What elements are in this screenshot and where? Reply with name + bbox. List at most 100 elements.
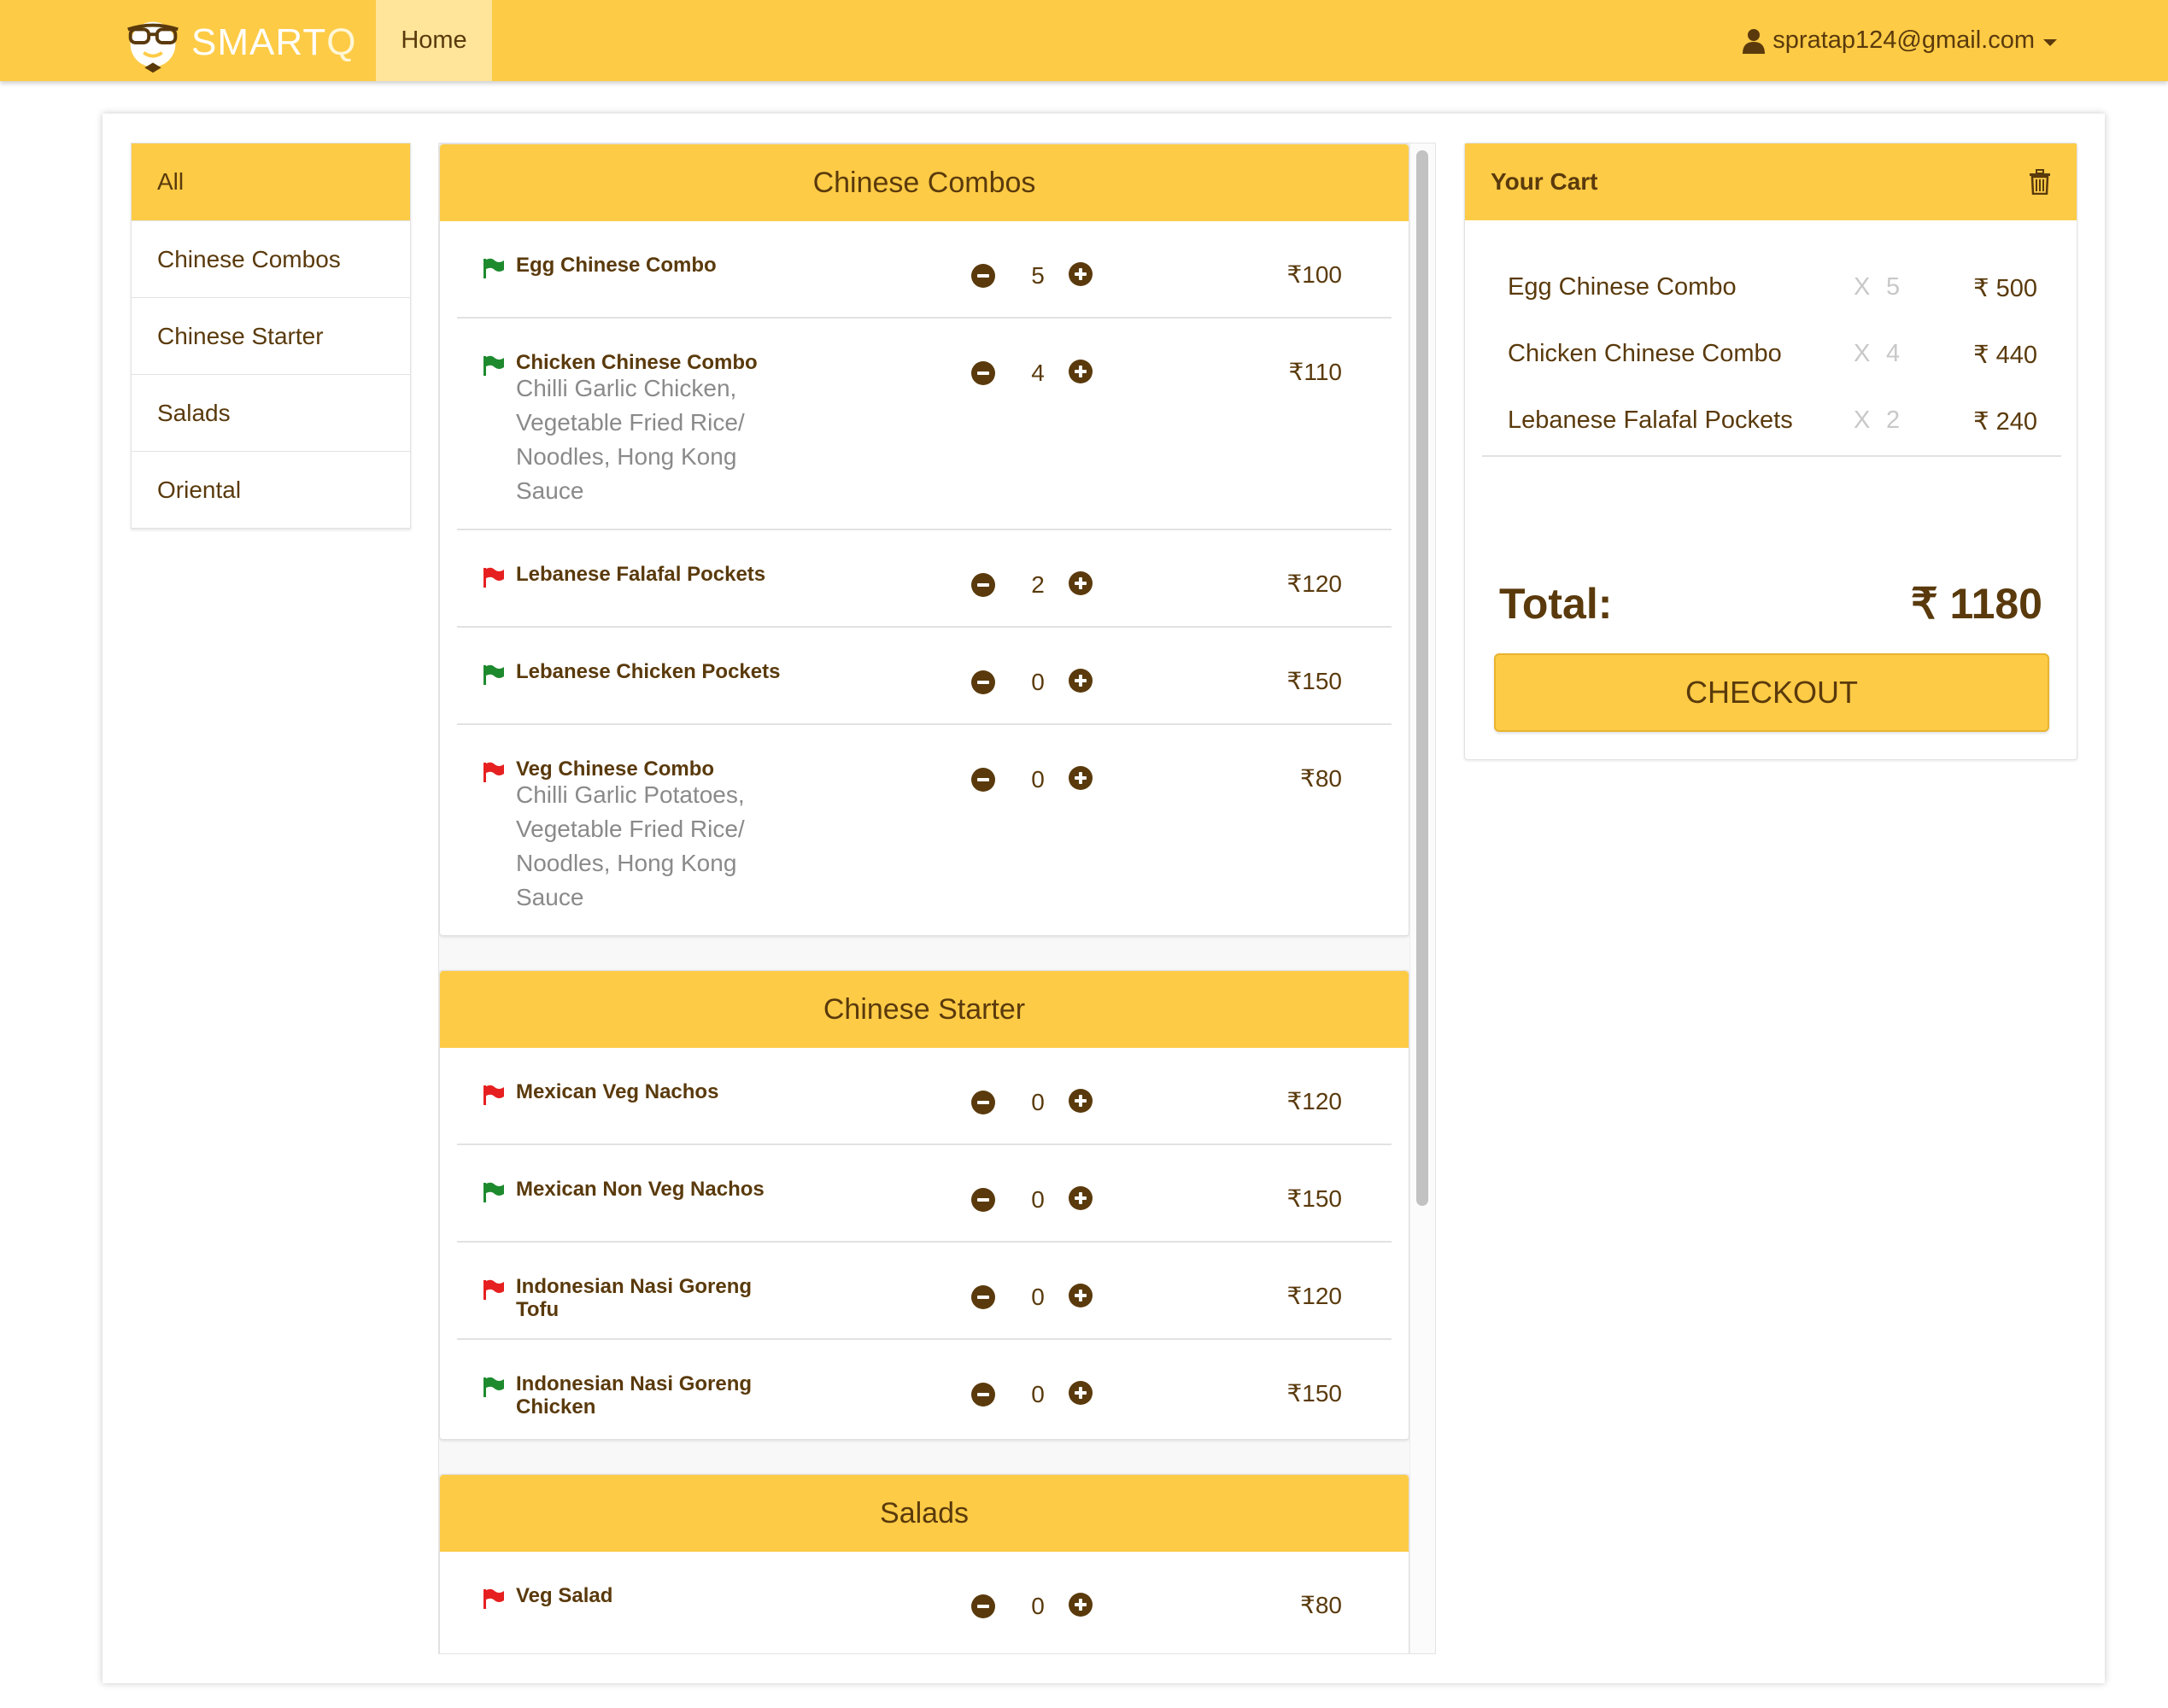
menu-list: Chinese Combos Egg Chinese Combo 5 ₹100 … — [438, 143, 1436, 1654]
item-quantity: 0 — [1031, 1186, 1045, 1213]
category-item-salads[interactable]: Salads — [132, 374, 410, 451]
item-name: Mexican Non Veg Nachos — [516, 1178, 765, 1201]
menu-scrollbar[interactable] — [1409, 143, 1435, 1653]
item-quantity: 0 — [1031, 669, 1045, 695]
category-item-oriental[interactable]: Oriental — [132, 451, 410, 528]
cart-item-times: X — [1854, 273, 1871, 301]
item-name: Chicken Chinese Combo — [516, 351, 758, 374]
increase-quantity-button[interactable] — [1069, 1284, 1093, 1307]
checkout-button[interactable]: CHECKOUT — [1494, 653, 2049, 732]
veg-flag-icon — [483, 258, 504, 278]
item-price: ₹100 — [1286, 261, 1342, 288]
decrease-quantity-button[interactable] — [971, 768, 995, 792]
menu-item: Mexican Veg Nachos 0 ₹120 — [457, 1048, 1392, 1145]
user-email: spratap124@gmail.com — [1772, 26, 2035, 54]
cart-item-times: X — [1854, 340, 1871, 367]
increase-quantity-button[interactable] — [1069, 1593, 1093, 1617]
decrease-quantity-button[interactable] — [971, 1188, 995, 1212]
item-name: Veg Salad — [516, 1584, 613, 1607]
total-label: Total: — [1499, 580, 1613, 628]
cart-item-name: Chicken Chinese Combo — [1508, 340, 1782, 367]
user-menu-dropdown[interactable]: spratap124@gmail.com — [1742, 0, 2057, 81]
item-quantity: 0 — [1031, 1593, 1045, 1619]
cart-item-qty: 2 — [1886, 407, 1901, 434]
increase-quantity-button[interactable] — [1069, 766, 1093, 790]
menu-scrollbar-thumb[interactable] — [1416, 150, 1428, 1206]
increase-quantity-button[interactable] — [1069, 360, 1093, 383]
cart-item-price: ₹ 500 — [1973, 275, 2037, 302]
cart-item-qty: 4 — [1886, 340, 1901, 367]
decrease-quantity-button[interactable] — [971, 1383, 995, 1407]
caret-down-icon — [2043, 38, 2057, 46]
total-value: ₹ 1180 — [1910, 580, 2042, 628]
category-item-chinese-starter[interactable]: Chinese Starter — [132, 297, 410, 374]
user-icon — [1743, 28, 1766, 54]
increase-quantity-button[interactable] — [1069, 262, 1093, 286]
decrease-quantity-button[interactable] — [971, 264, 995, 288]
cart-item-price: ₹ 440 — [1973, 342, 2037, 369]
item-price: ₹150 — [1286, 1380, 1342, 1407]
item-quantity: 0 — [1031, 1089, 1045, 1115]
item-price: ₹120 — [1286, 1283, 1342, 1309]
item-price: ₹120 — [1286, 1088, 1342, 1114]
item-description: Chilli Garlic Chicken, Vegetable Fried R… — [516, 375, 745, 504]
nonveg-flag-icon — [483, 762, 504, 782]
section-title: Chinese Combos — [440, 144, 1409, 221]
top-navbar: SMARTQ Home spratap124@gmail.com — [0, 0, 2168, 81]
item-price: ₹110 — [1288, 359, 1342, 385]
cart-item-qty: 5 — [1886, 273, 1901, 301]
increase-quantity-button[interactable] — [1069, 1089, 1093, 1113]
menu-section-chinese-starter: Chinese Starter Mexican Veg Nachos 0 ₹12… — [439, 970, 1409, 1440]
menu-item: Egg Chinese Combo 5 ₹100 — [457, 221, 1392, 319]
brand-logo[interactable]: SMARTQ — [120, 9, 356, 77]
item-name: Indonesian Nasi Goreng Chicken — [516, 1372, 753, 1418]
nonveg-flag-icon — [483, 1279, 504, 1300]
nav-home-link[interactable]: Home — [376, 0, 492, 81]
item-quantity: 2 — [1031, 571, 1045, 598]
item-price: ₹80 — [1300, 765, 1342, 792]
menu-item: Veg Salad 0 ₹80 — [457, 1552, 1392, 1649]
item-price: ₹80 — [1300, 1592, 1342, 1618]
cart-panel: Your Cart Egg Chinese Combo X 5 ₹ 500 Ch… — [1464, 143, 2077, 760]
category-item-chinese-combos[interactable]: Chinese Combos — [132, 220, 410, 297]
increase-quantity-button[interactable] — [1069, 669, 1093, 693]
decrease-quantity-button[interactable] — [971, 670, 995, 694]
increase-quantity-button[interactable] — [1069, 1381, 1093, 1405]
veg-flag-icon — [483, 355, 504, 376]
trash-icon[interactable] — [2029, 169, 2051, 195]
nonveg-flag-icon — [483, 1588, 504, 1609]
cart-item-times: X — [1854, 407, 1871, 434]
cart-item-name: Egg Chinese Combo — [1508, 273, 1737, 301]
cart-item: Chicken Chinese Combo X 4 ₹ 440 — [1508, 340, 2037, 374]
item-name: Indonesian Nasi Goreng Tofu — [516, 1275, 753, 1321]
decrease-quantity-button[interactable] — [971, 1091, 995, 1114]
increase-quantity-button[interactable] — [1069, 1186, 1093, 1210]
decrease-quantity-button[interactable] — [971, 361, 995, 385]
category-item-all[interactable]: All — [132, 143, 410, 220]
menu-item: Veg Chinese Combo Chilli Garlic Potatoes… — [457, 725, 1392, 937]
item-name: Veg Chinese Combo — [516, 757, 715, 781]
menu-item: Mexican Non Veg Nachos 0 ₹150 — [457, 1145, 1392, 1243]
decrease-quantity-button[interactable] — [971, 1285, 995, 1309]
cart-item: Lebanese Falafal Pockets X 2 ₹ 240 — [1508, 407, 2037, 441]
brand-name: SMARTQ — [191, 21, 357, 63]
veg-flag-icon — [483, 664, 504, 685]
item-quantity: 0 — [1031, 1381, 1045, 1407]
decrease-quantity-button[interactable] — [971, 573, 995, 597]
menu-section-salads: Salads Veg Salad 0 ₹80 — [439, 1474, 1409, 1653]
section-title: Chinese Starter — [440, 971, 1409, 1048]
cart-title: Your Cart — [1491, 168, 1598, 195]
cart-header: Your Cart — [1465, 143, 2077, 220]
menu-section-chinese-combos: Chinese Combos Egg Chinese Combo 5 ₹100 … — [439, 143, 1409, 936]
nonveg-flag-icon — [483, 567, 504, 588]
increase-quantity-button[interactable] — [1069, 571, 1093, 595]
item-description: Chilli Garlic Potatoes, Vegetable Fried … — [516, 781, 745, 910]
item-quantity: 0 — [1031, 766, 1045, 793]
item-name: Egg Chinese Combo — [516, 254, 717, 277]
item-name: Mexican Veg Nachos — [516, 1080, 719, 1103]
category-sidebar: All Chinese Combos Chinese Starter Salad… — [131, 143, 411, 529]
decrease-quantity-button[interactable] — [971, 1594, 995, 1618]
section-title: Salads — [440, 1475, 1409, 1552]
veg-flag-icon — [483, 1182, 504, 1202]
menu-item: Indonesian Nasi Goreng Chicken 0 ₹150 — [457, 1340, 1392, 1437]
